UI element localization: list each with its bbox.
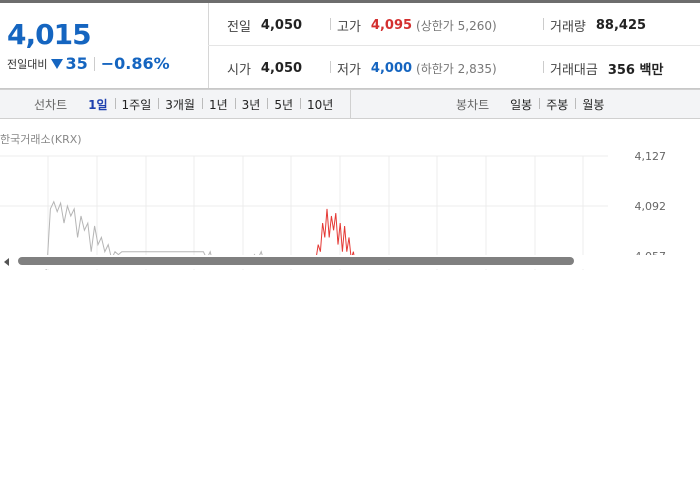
candle-daily[interactable]: 일봉 (503, 96, 539, 113)
period-1y[interactable]: 1년 (201, 96, 235, 113)
volume-value: 88,425 (595, 18, 647, 33)
toolbar-divider (350, 90, 351, 118)
price-chart: 한국거래소(KRX) 4,1274,0924,057 (0, 120, 700, 270)
high-value: 4,095 (370, 18, 413, 33)
current-price-box: 4,015 전일대비 35 −0.86% (0, 3, 209, 88)
volume-label: 거래량 (550, 20, 586, 35)
line-chart-title: 선차트 (34, 97, 68, 112)
change-percent: −0.86% (100, 54, 170, 73)
low-value: 4,000 (370, 61, 413, 76)
divider (330, 61, 331, 73)
high-label: 고가 (337, 20, 361, 35)
line-chart-periods: 선차트 1일 1주일 3개월 1년 3년 5년 10년 (34, 90, 340, 118)
divider (543, 61, 544, 73)
current-price: 4,015 (7, 18, 92, 51)
candle-chart-periods: 봉차트 일봉 주봉 월봉 (456, 90, 611, 118)
period-3y[interactable]: 3년 (234, 96, 268, 113)
period-1d[interactable]: 1일 (81, 96, 114, 113)
period-toolbar: 선차트 1일 1주일 3개월 1년 3년 5년 10년 봉차트 일봉 주봉 월봉 (0, 89, 700, 119)
high-stat: 고가 4,095 (상한가 5,260) (337, 16, 497, 35)
candle-monthly[interactable]: 월봉 (575, 96, 611, 113)
period-10y[interactable]: 10년 (300, 96, 340, 113)
y-tick-label: 4,127 (635, 150, 667, 163)
scrollbar-thumb[interactable] (18, 257, 574, 265)
open-value: 4,050 (260, 61, 303, 76)
price-summary: 4,015 전일대비 35 −0.86% 전일 4,050 시가 4,050 고… (0, 3, 700, 89)
candle-weekly[interactable]: 주봉 (539, 96, 575, 113)
amount-label: 거래대금 (550, 63, 598, 78)
amount-stat: 거래대금 356 백만 (550, 59, 663, 78)
candle-chart-title: 봉차트 (456, 97, 490, 112)
change-row: 전일대비 35 −0.86% (7, 54, 170, 73)
chart-svg: 4,1274,0924,057 (0, 150, 667, 270)
stats-panel: 전일 4,050 시가 4,050 고가 4,095 (상한가 5,260) 저… (208, 3, 700, 88)
divider (93, 56, 95, 71)
scroll-left-icon[interactable] (4, 258, 9, 266)
open-stat: 시가 4,050 (227, 59, 302, 78)
prev-close-label: 전일 (227, 20, 251, 35)
period-1w[interactable]: 1주일 (114, 96, 159, 113)
prev-close-stat: 전일 4,050 (227, 16, 302, 35)
amount-value: 356 백만 (607, 63, 664, 78)
y-tick-label: 4,092 (635, 200, 667, 213)
period-5y[interactable]: 5년 (267, 96, 300, 113)
stats-row-divider (208, 45, 700, 46)
divider (330, 18, 331, 30)
change-amount: 35 (65, 54, 88, 73)
upper-limit: (상한가 5,260) (416, 19, 497, 33)
down-arrow-icon (51, 58, 64, 69)
divider (543, 18, 544, 30)
open-label: 시가 (227, 63, 251, 78)
lower-limit: (하한가 2,835) (416, 62, 497, 76)
low-label: 저가 (337, 63, 361, 78)
period-3m[interactable]: 3개월 (158, 96, 202, 113)
volume-stat: 거래량 88,425 (550, 16, 646, 35)
prev-close-value: 4,050 (260, 18, 303, 33)
low-stat: 저가 4,000 (하한가 2,835) (337, 59, 497, 78)
change-label: 전일대비 (7, 57, 48, 71)
